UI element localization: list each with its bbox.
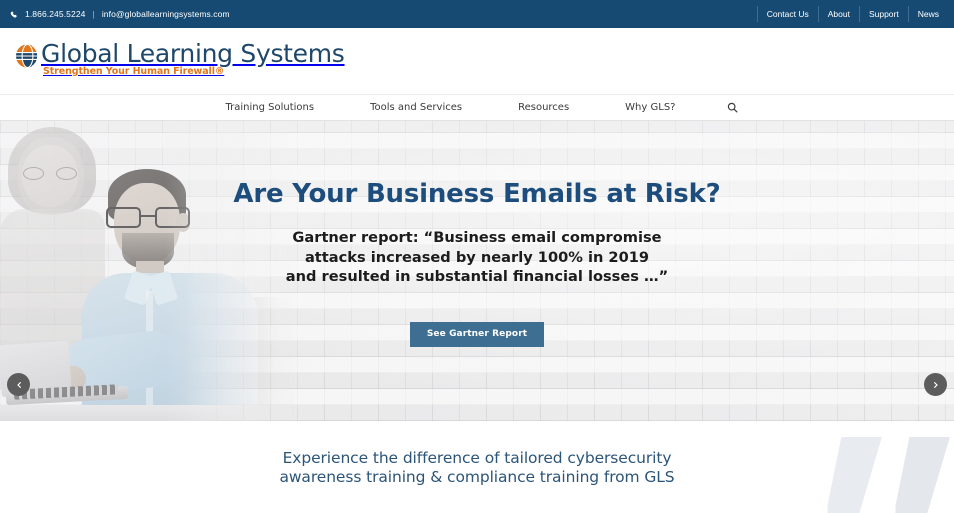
hero-subtitle: Gartner report: “Business email compromi… xyxy=(0,228,954,287)
logo-text: Global Learning Systems Strengthen Your … xyxy=(41,39,345,78)
hero-title: Are Your Business Emails at Risk? xyxy=(233,179,721,209)
topbar-contact-info: 1.866.245.5224 | info@globallearningsyst… xyxy=(10,9,230,19)
hero-cta-wrapper: See Gartner Report xyxy=(0,322,954,347)
top-utility-bar: 1.866.245.5224 | info@globallearningsyst… xyxy=(0,0,954,28)
nav-item-why-gls[interactable]: Why GLS? xyxy=(597,95,703,121)
hero-content: Are Your Business Emails at Risk? Gartne… xyxy=(0,121,954,421)
hero-subtitle-line-2: attacks increased by nearly 100% in 2019 xyxy=(304,248,650,266)
carousel-prev-button[interactable] xyxy=(7,373,30,396)
nav-item-tools-and-services[interactable]: Tools and Services xyxy=(342,95,490,121)
promo-heading-line-1: Experience the difference of tailored cy… xyxy=(282,449,672,467)
search-icon[interactable] xyxy=(703,102,756,113)
hero-subtitle-line-3: and resulted in substantial financial lo… xyxy=(285,268,669,285)
logo-bar: Global Learning Systems Strengthen Your … xyxy=(0,28,954,95)
globe-icon xyxy=(14,43,40,69)
carousel-next-button[interactable] xyxy=(924,373,947,396)
site-logo[interactable]: Global Learning Systems Strengthen Your … xyxy=(14,40,345,77)
chevron-right-icon xyxy=(933,381,938,388)
promo-heading: Experience the difference of tailored cy… xyxy=(0,449,954,486)
main-navigation: Training Solutions Tools and Services Re… xyxy=(0,95,954,121)
topbar-link-support[interactable]: Support xyxy=(858,6,908,22)
topbar-link-contact-us[interactable]: Contact Us xyxy=(756,6,818,22)
promo-section: Experience the difference of tailored cy… xyxy=(0,421,954,513)
promo-heading-line-2: awareness training & compliance training… xyxy=(279,467,675,486)
topbar-links: Contact Us About Support News xyxy=(756,0,948,28)
chevron-left-icon xyxy=(16,381,21,388)
logo-tagline: Strengthen Your Human Firewall® xyxy=(43,66,225,77)
see-gartner-report-button[interactable]: See Gartner Report xyxy=(409,322,545,347)
topbar-link-about[interactable]: About xyxy=(817,6,859,22)
page-root: 1.866.245.5224 | info@globallearningsyst… xyxy=(0,0,954,513)
hero-carousel: Are Your Business Emails at Risk? Gartne… xyxy=(0,121,954,421)
hero-subtitle-line-1: Gartner report: “Business email compromi… xyxy=(292,229,662,246)
nav-item-training-solutions[interactable]: Training Solutions xyxy=(198,95,343,121)
nav-item-resources[interactable]: Resources xyxy=(490,95,597,121)
topbar-link-news[interactable]: News xyxy=(907,6,948,22)
topbar-separator: | xyxy=(92,9,95,19)
topbar-email-link[interactable]: info@globallearningsystems.com xyxy=(102,9,230,19)
topbar-phone-number[interactable]: 1.866.245.5224 xyxy=(25,9,86,19)
phone-icon xyxy=(10,11,19,20)
logo-title: Global Learning Systems xyxy=(41,39,345,68)
